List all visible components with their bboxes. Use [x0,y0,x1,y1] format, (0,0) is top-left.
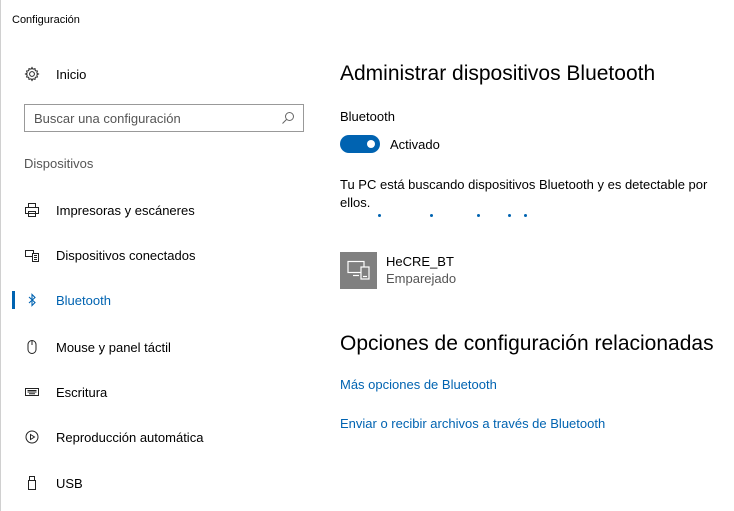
autoplay-icon [24,429,40,445]
bluetooth-toggle[interactable] [340,135,380,153]
usb-icon [24,475,40,491]
sidebar-item-autoplay[interactable]: Reproducción automática [0,419,310,455]
sidebar-item-label: Bluetooth [56,292,111,308]
related-settings-title: Opciones de configuración relacionadas [340,332,714,355]
device-status: Emparejado [386,271,457,286]
search-box[interactable] [24,104,304,132]
mouse-icon [24,339,40,355]
sidebar-home[interactable]: Inicio [24,64,86,84]
sidebar-item-mouse[interactable]: Mouse y panel táctil [0,329,310,365]
sidebar-item-label: Impresoras y escáneres [56,202,195,218]
toggle-state-label: Activado [390,137,440,152]
sidebar-item-label: USB [56,475,83,491]
searching-status-text: Tu PC está buscando dispositivos Bluetoo… [340,177,708,210]
progress-dots [340,214,540,220]
more-bluetooth-options-link[interactable]: Más opciones de Bluetooth [340,377,497,392]
window-title: Configuración [12,14,80,26]
search-icon[interactable] [281,111,295,125]
device-name: HeCRE_BT [386,254,454,269]
sidebar-item-label: Mouse y panel táctil [56,339,171,355]
send-receive-files-link[interactable]: Enviar o recibir archivos a través de Bl… [340,416,605,431]
sidebar-item-bluetooth[interactable]: Bluetooth [0,282,310,318]
sidebar-item-label: Dispositivos conectados [56,247,196,263]
sidebar-item-usb[interactable]: USB [0,465,310,501]
sidebar-home-label: Inicio [56,66,87,82]
bluetooth-icon [24,292,40,308]
device-icon [340,251,377,289]
sidebar-item-label: Escritura [56,384,108,400]
sidebar-item-connected-devices[interactable]: Dispositivos conectados [0,237,310,273]
search-input[interactable] [34,110,281,126]
keyboard-icon [24,384,40,400]
connected-devices-icon [24,247,40,263]
section-label: Dispositivos [24,156,94,171]
page-title: Administrar dispositivos Bluetooth [340,62,656,85]
printer-icon [24,202,40,218]
sidebar-item-label: Reproducción automática [56,429,204,445]
sidebar-item-typing[interactable]: Escritura [0,374,310,410]
device-item[interactable]: HeCRE_BT Emparejado [340,249,456,291]
bluetooth-label: Bluetooth [340,109,395,124]
toggle-knob [367,140,375,148]
sidebar-item-printers[interactable]: Impresoras y escáneres [0,192,310,228]
gear-icon [24,66,40,82]
